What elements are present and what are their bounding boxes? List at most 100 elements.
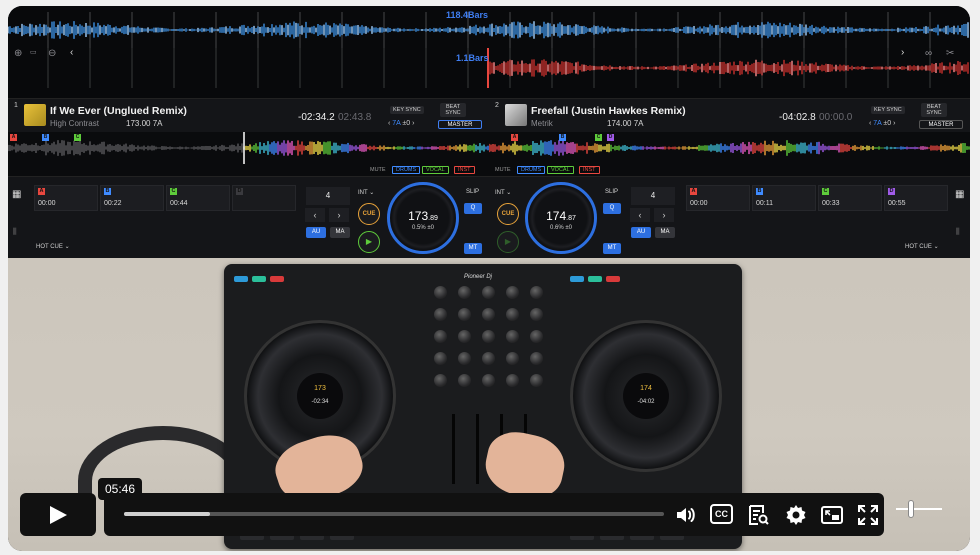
deck1-time-remaining: -02:34.2 [298, 112, 335, 123]
deck1-key-control[interactable]: ‹ 7A ±0 › [388, 120, 414, 127]
deck1-cue-marker-a[interactable]: A [10, 134, 17, 141]
deck2-overview-waveform[interactable] [8, 48, 970, 88]
deck1-stem-vocal[interactable]: VOCAL [422, 166, 449, 174]
deck1-slip-button[interactable]: SLIP [466, 189, 479, 195]
deck2-play-button[interactable]: ▶ [497, 231, 519, 253]
deck1-loop-length[interactable]: 4 [306, 187, 350, 205]
deck2-fx-icon[interactable]: ⫼ [956, 227, 960, 237]
deck2-hot-cue-pad-b[interactable]: B 00:11 [752, 185, 816, 211]
deck1-cue-marker-b[interactable]: B [42, 134, 49, 141]
deck1-auto-loop-button[interactable]: AU [306, 227, 326, 238]
link-icon[interactable]: ∞ [925, 48, 932, 59]
scissors-icon[interactable]: ✂ [946, 48, 954, 59]
chevron-right-icon[interactable]: › [901, 47, 904, 58]
play-button[interactable] [20, 493, 96, 536]
zoom-out-icon[interactable]: ⊖ [48, 48, 56, 59]
deck1-loop-double-button[interactable]: › [329, 208, 349, 222]
deck1-key-sync-button[interactable]: KEY SYNC [390, 106, 424, 114]
deck1-cue-button[interactable]: CUE [358, 203, 380, 225]
deck2-loop-length[interactable]: 4 [631, 187, 675, 205]
deck1-master-tempo-button[interactable]: MT [464, 243, 482, 254]
deck2-artwork [505, 104, 527, 126]
volume-icon[interactable] [674, 503, 698, 527]
deck1-manual-loop-button[interactable]: MA [330, 227, 350, 238]
deck1-hot-cue-time: 00:22 [104, 200, 122, 207]
deck2-hot-cue-selector[interactable]: HOT CUE ⌄ [905, 243, 939, 250]
picture-in-picture-icon[interactable] [820, 503, 844, 527]
fullscreen-icon[interactable] [856, 503, 880, 527]
deck2-loop-double-button[interactable]: › [654, 208, 674, 222]
deck2-jog-display[interactable]: 174.87 0.6% ±0 [525, 182, 597, 254]
deck1-hot-cue-time: 00:44 [170, 200, 188, 207]
deck2-loop-halve-button[interactable]: ‹ [630, 208, 650, 222]
deck1-stem-mute-label: MUTE [370, 167, 386, 173]
deck1-jog-display[interactable]: 173.89 0.5% ±0 [387, 182, 459, 254]
mixer-knob [482, 374, 495, 387]
captions-icon[interactable]: CC [710, 504, 733, 524]
zoom-in-icon[interactable]: ⊕ [14, 48, 22, 59]
overview-waveforms: 118.4Bars 1.1Bars ⊕ ▭ ⊖ ‹ › ∞ ✂ [8, 6, 970, 98]
mixer-knob [530, 374, 543, 387]
deck1-stem-drums[interactable]: DRUMS [392, 166, 421, 174]
deck2-stem-vocal[interactable]: VOCAL [547, 166, 574, 174]
progress-bar-fill [124, 512, 211, 516]
deck1-grid-icon[interactable]: ▦ [12, 189, 21, 200]
deck2-cue-marker-b[interactable]: B [559, 134, 566, 141]
deck1-beat-sync-button[interactable]: BEAT SYNC [440, 103, 466, 117]
deck1-play-button[interactable]: ▶ [358, 231, 380, 253]
transcript-icon[interactable] [746, 503, 770, 527]
deck2-hot-cue-time: 00:00 [690, 200, 708, 207]
deck2-master-button[interactable]: MASTER [919, 120, 963, 129]
mixer-knob [434, 374, 447, 387]
deck2-int-selector[interactable]: INT ⌄ [495, 189, 511, 196]
settings-icon[interactable] [784, 503, 808, 527]
deck2-hot-cue-pad-a[interactable]: A 00:00 [686, 185, 750, 211]
volume-slider[interactable] [892, 490, 946, 528]
deck1-quantize-button[interactable]: Q [464, 203, 482, 214]
progress-bar[interactable] [124, 512, 664, 516]
mixer-knob [458, 286, 471, 299]
mixer-knob [434, 308, 447, 321]
deck2-quantize-button[interactable]: Q [603, 203, 621, 214]
deck2-stem-inst[interactable]: INST [579, 166, 600, 174]
deck2-cue-button[interactable]: CUE [497, 203, 519, 225]
deck1-fx-icon[interactable]: ⫼ [13, 227, 17, 237]
deck2-hot-cue-time: 00:55 [888, 200, 906, 207]
deck2-master-tempo-button[interactable]: MT [603, 243, 621, 254]
video-frame[interactable]: 118.4Bars 1.1Bars ⊕ ▭ ⊖ ‹ › ∞ ✂ 1 If We … [8, 6, 970, 551]
deck1-cue-marker-c[interactable]: C [74, 134, 81, 141]
deck1-loop-halve-button[interactable]: ‹ [305, 208, 325, 222]
deck2-auto-loop-button[interactable]: AU [631, 227, 651, 238]
video-controls-bar: CC [104, 493, 884, 536]
deck1-artwork [24, 104, 46, 126]
deck1-hot-cue-pad-c[interactable]: C 00:44 [166, 185, 230, 211]
deck1-stem-inst[interactable]: INST [454, 166, 475, 174]
deck2-beat-sync-button[interactable]: BEAT SYNC [921, 103, 947, 117]
deck1-master-button[interactable]: MASTER [438, 120, 482, 129]
deck1-hot-cue-letter: B [104, 188, 111, 195]
deck2-hot-cue-pad-c[interactable]: C 00:33 [818, 185, 882, 211]
deck1-overview-waveform[interactable] [8, 12, 970, 48]
deck1-hot-cue-pad-a[interactable]: A 00:00 [34, 185, 98, 211]
deck2-cue-marker-a[interactable]: A [511, 134, 518, 141]
deck2-int-label: INT [495, 190, 505, 196]
deck2-key-control[interactable]: ‹ 7A ±0 › [869, 120, 895, 127]
deck2-cue-marker-d[interactable]: D [607, 134, 614, 141]
deck2-key-sync-button[interactable]: KEY SYNC [871, 106, 905, 114]
deck1-int-selector[interactable]: INT ⌄ [358, 189, 374, 196]
deck2-hot-cue-pad-d[interactable]: D 00:55 [884, 185, 948, 211]
deck1-hot-cue-pad-d[interactable]: D [232, 185, 296, 211]
deck2-cue-marker-c[interactable]: C [595, 134, 602, 141]
left-jog-display: 173 -02:34 [297, 373, 343, 419]
deck2-slip-button[interactable]: SLIP [605, 189, 618, 195]
volume-slider-knob[interactable] [908, 500, 914, 518]
deck1-hot-cue-selector[interactable]: HOT CUE ⌄ [36, 243, 70, 250]
deck2-grid-icon[interactable]: ▦ [955, 189, 964, 200]
deck2-hot-cue-time: 00:33 [822, 200, 840, 207]
chevron-left-icon[interactable]: ‹ [70, 47, 73, 58]
deck2-manual-loop-button[interactable]: MA [655, 227, 675, 238]
mixer-knob [530, 330, 543, 343]
deck1-hot-cue-pad-b[interactable]: B 00:22 [100, 185, 164, 211]
deck2-stem-drums[interactable]: DRUMS [517, 166, 546, 174]
ruler-icon[interactable]: ▭ [30, 48, 37, 56]
